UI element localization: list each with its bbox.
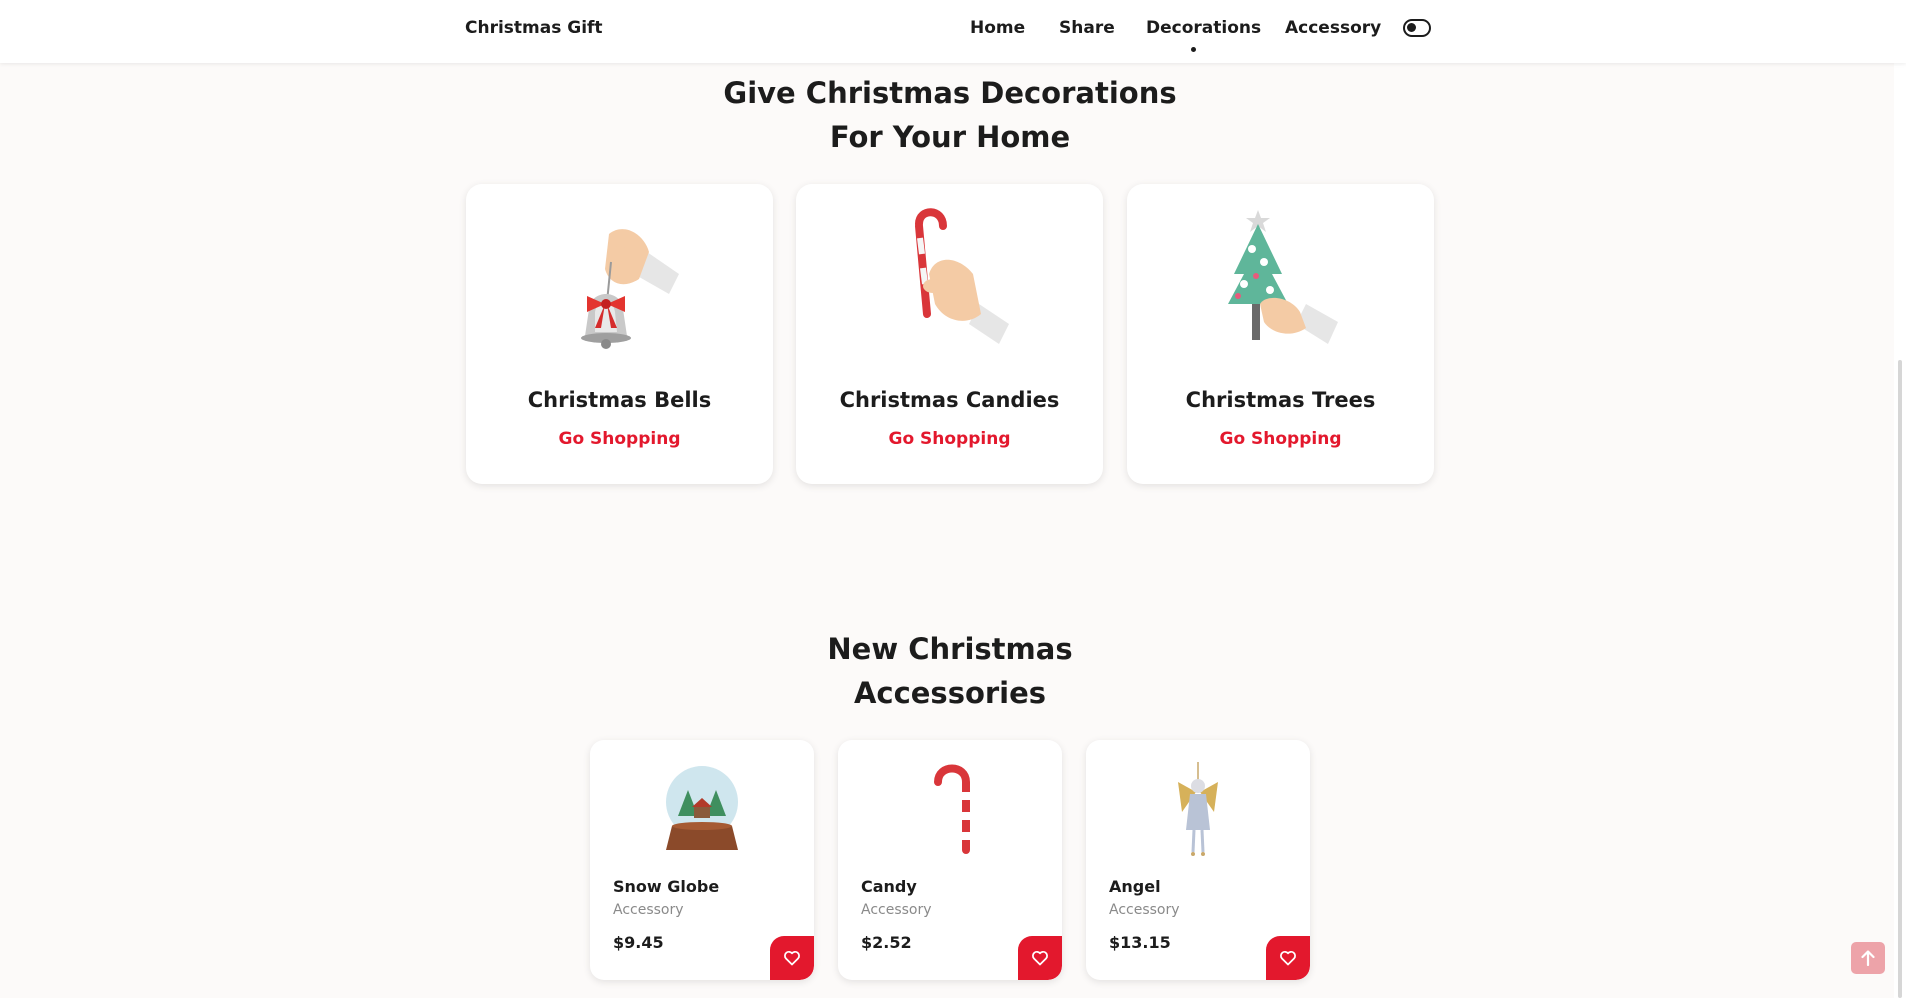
decoration-name: Christmas Trees (1185, 388, 1376, 412)
product-name: Snow Globe (613, 877, 720, 896)
site-header: Christmas Gift Home Share Decorations Ac… (0, 0, 1906, 63)
product-card-angel: Angel Accessory $13.15 (1086, 740, 1310, 980)
decoration-card-trees: Christmas Trees Go Shopping (1127, 184, 1434, 484)
go-shopping-link[interactable]: Go Shopping (466, 429, 773, 449)
nav-accessory[interactable]: Accessory (1285, 18, 1381, 38)
christmas-tree-icon (1228, 210, 1338, 344)
product-name: Angel (1109, 877, 1161, 896)
bell-icon (581, 229, 679, 349)
candy-cane-icon (934, 764, 971, 854)
angel-icon (1178, 762, 1218, 856)
decorations-title-line1: Give Christmas Decorations (723, 76, 1177, 110)
accessories-title-line2: Accessories (853, 676, 1047, 710)
product-price: $13.15 (1109, 933, 1171, 952)
nav-home[interactable]: Home (970, 18, 1025, 38)
product-category: Accessory (861, 902, 932, 918)
go-shopping-link[interactable]: Go Shopping (1127, 429, 1434, 449)
snow-globe-icon (666, 766, 738, 850)
decorations-title-line2: For Your Home (829, 120, 1071, 154)
nav-decorations[interactable]: Decorations (1146, 18, 1261, 38)
scrollbar-thumb[interactable] (1898, 360, 1902, 998)
product-card-candy: Candy Accessory $2.52 (838, 740, 1062, 980)
decoration-name: Christmas Candies (839, 388, 1060, 412)
product-card-snow-globe: Snow Globe Accessory $9.45 (590, 740, 814, 980)
toggle-knob (1407, 23, 1416, 32)
product-category: Accessory (613, 902, 684, 918)
accessories-title-line1: New Christmas (827, 632, 1073, 666)
nav-share[interactable]: Share (1059, 18, 1115, 38)
heart-icon (784, 950, 800, 966)
product-category: Accessory (1109, 902, 1180, 918)
heart-icon (1280, 950, 1296, 966)
product-price: $2.52 (861, 933, 912, 952)
product-name: Candy (861, 877, 917, 896)
heart-icon (1032, 950, 1048, 966)
candy-cane-icon (915, 208, 1009, 344)
page-scrollbar[interactable] (1894, 0, 1906, 998)
product-price: $9.45 (613, 933, 664, 952)
theme-toggle-icon[interactable] (1403, 19, 1431, 37)
favorite-button[interactable] (1266, 936, 1310, 980)
decoration-name: Christmas Bells (527, 388, 712, 412)
favorite-button[interactable] (1018, 936, 1062, 980)
favorite-button[interactable] (770, 936, 814, 980)
decoration-card-bells: Christmas Bells Go Shopping (466, 184, 773, 484)
scroll-to-top-button[interactable] (1851, 942, 1885, 974)
arrow-up-icon (1861, 950, 1875, 966)
logo-link[interactable]: Christmas Gift (465, 18, 603, 38)
go-shopping-link[interactable]: Go Shopping (796, 429, 1103, 449)
active-nav-indicator (1191, 47, 1196, 52)
decoration-card-candies: Christmas Candies Go Shopping (796, 184, 1103, 484)
